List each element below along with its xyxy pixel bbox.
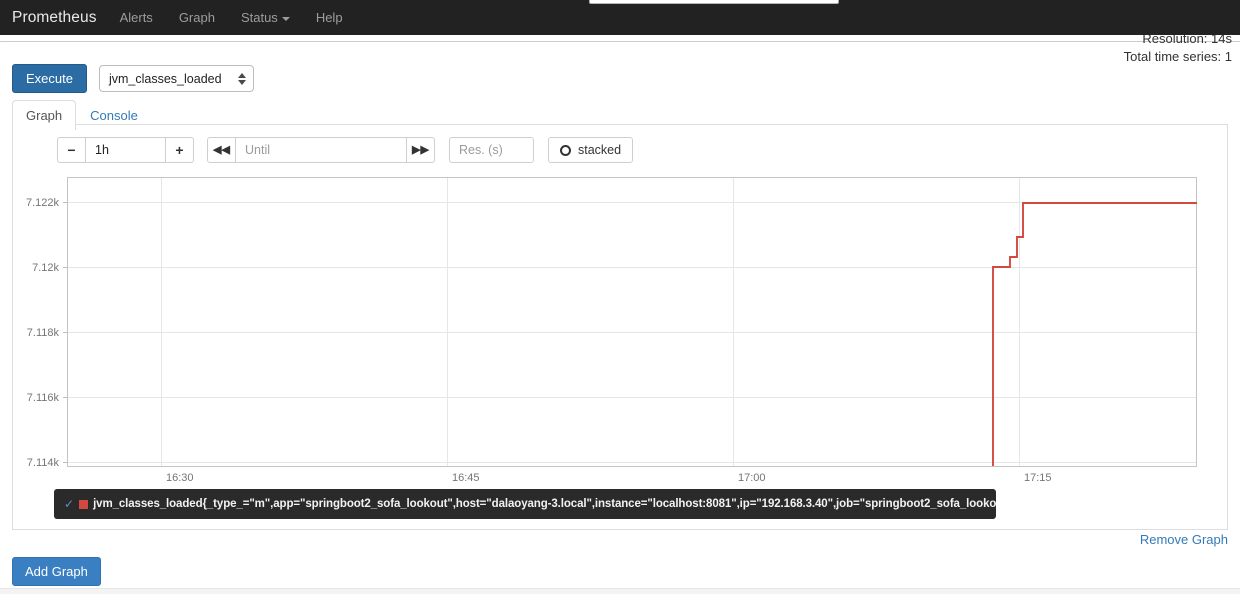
radio-icon xyxy=(560,144,571,156)
page-root: Prometheus Alerts Graph Status Help ◢ Re… xyxy=(0,0,1240,594)
stacked-label: stacked xyxy=(578,143,622,157)
graph-panel: − 1h + ◀◀ Until ▶▶ Res. (s) stacked 7.12… xyxy=(12,124,1228,530)
nav-link-help[interactable]: Help xyxy=(303,10,356,25)
query-meta: Resolution: 14s Total time series: 1 xyxy=(1124,30,1232,66)
chevron-down-icon xyxy=(281,16,290,21)
tab-console[interactable]: Console xyxy=(76,100,152,130)
range-input[interactable]: 1h xyxy=(86,137,165,163)
range-increase-button[interactable]: + xyxy=(165,137,194,163)
step-backward-button[interactable]: ◀◀ xyxy=(207,137,236,163)
range-group: − 1h + xyxy=(57,137,194,163)
forward-icon: ▶▶ xyxy=(412,144,429,156)
nav-link-status[interactable]: Status xyxy=(228,10,303,25)
remove-graph-link[interactable]: Remove Graph xyxy=(1140,532,1228,547)
nav-link-alerts[interactable]: Alerts xyxy=(107,10,166,25)
plot-svg: 7.122k 7.12k 7.118k 7.116k 7.114k 16:30 … xyxy=(26,177,1197,484)
navbar: Prometheus Alerts Graph Status Help xyxy=(0,0,1240,35)
graph-controls: − 1h + ◀◀ Until ▶▶ Res. (s) stacked xyxy=(57,137,634,163)
check-icon: ✓ xyxy=(64,497,75,511)
y-tick-label: 7.12k xyxy=(32,262,59,274)
y-tick-label: 7.118k xyxy=(27,327,60,339)
until-placeholder: Until xyxy=(245,143,271,157)
x-tick-label: 17:15 xyxy=(1024,472,1052,484)
view-tabs: Graph Console xyxy=(12,100,152,130)
x-tick-label: 16:30 xyxy=(166,472,194,484)
rewind-icon: ◀◀ xyxy=(213,144,230,156)
y-tick-label: 7.114k xyxy=(27,457,60,469)
plot-area[interactable]: 7.122k 7.12k 7.118k 7.116k 7.114k 16:30 … xyxy=(13,165,1229,485)
bottom-strip xyxy=(0,588,1240,594)
execute-button[interactable]: Execute xyxy=(12,64,87,93)
y-tick-marks xyxy=(63,202,67,463)
resolution-placeholder: Res. (s) xyxy=(459,143,503,157)
brand-link[interactable]: Prometheus xyxy=(12,9,107,27)
metric-select-value: jvm_classes_loaded xyxy=(108,71,222,86)
tab-graph[interactable]: Graph xyxy=(12,100,77,130)
nav-link-status-label: Status xyxy=(240,10,278,25)
y-tick-label: 7.122k xyxy=(26,197,60,209)
x-tick-label: 17:00 xyxy=(738,472,766,484)
execute-row: Execute jvm_classes_loaded xyxy=(12,64,254,93)
legend-series-label: jvm_classes_loaded{_type_="m",app="sprin… xyxy=(93,498,996,510)
metric-select[interactable]: jvm_classes_loaded xyxy=(98,65,254,92)
select-spinner-icon xyxy=(237,72,246,85)
range-decrease-button[interactable]: − xyxy=(57,137,86,163)
navbar-inner: Prometheus Alerts Graph Status Help xyxy=(0,0,1240,35)
add-graph-button[interactable]: Add Graph xyxy=(12,557,101,586)
x-tick-label: 16:45 xyxy=(452,472,480,484)
y-tick-label: 7.116k xyxy=(27,392,60,404)
nav-link-graph[interactable]: Graph xyxy=(166,10,228,25)
range-increase-label: + xyxy=(175,142,184,158)
stacked-toggle[interactable]: stacked xyxy=(548,137,634,163)
resolution-input[interactable]: Res. (s) xyxy=(449,137,534,163)
step-forward-button[interactable]: ▶▶ xyxy=(406,137,435,163)
range-decrease-label: − xyxy=(67,142,76,158)
graph-legend[interactable]: ✓ jvm_classes_loaded{_type_="m",app="spr… xyxy=(54,489,996,519)
until-group: ◀◀ Until ▶▶ xyxy=(207,137,435,163)
total-series-text: Total time series: 1 xyxy=(1123,49,1232,64)
until-input[interactable]: Until xyxy=(236,137,406,163)
cutoff-popup-box xyxy=(589,0,839,4)
legend-color-swatch xyxy=(79,499,89,509)
